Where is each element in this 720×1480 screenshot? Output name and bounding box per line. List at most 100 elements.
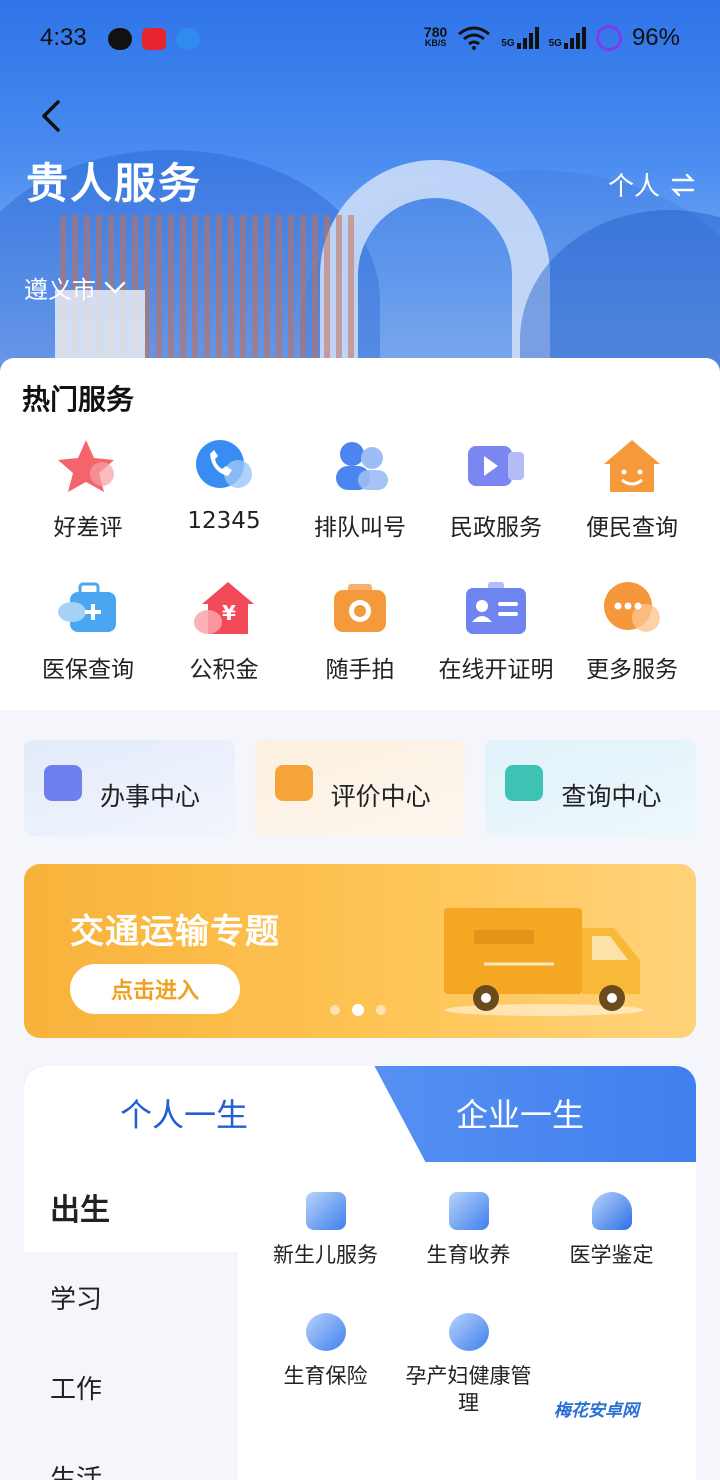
life-item-medical-appraisal[interactable]: 医学鉴定	[540, 1192, 683, 1269]
queue-icon	[336, 442, 388, 490]
wifi-icon	[458, 26, 491, 50]
life-tabs: 个人一生 企业一生	[24, 1066, 696, 1162]
status-right-cluster: 780 KB/S 5G 5G 96%	[424, 24, 680, 52]
account-switch[interactable]: 个人	[608, 166, 696, 203]
pagination-dot-active[interactable]	[352, 1004, 364, 1016]
tab-enterprise-life[interactable]: 企业一生	[456, 1090, 584, 1136]
service-item-queue[interactable]: 排队叫号	[292, 438, 428, 542]
center-card-affairs[interactable]: 办事中心	[24, 740, 235, 836]
life-content: 新生儿服务 生育收养 医学鉴定 生育保险 孕产妇健康管理	[238, 1162, 696, 1480]
service-item-convenience[interactable]: 便民查询	[564, 438, 700, 542]
truck-illustration	[444, 908, 644, 1016]
service-item-housing-fund[interactable]: ¥ 公积金	[156, 580, 292, 684]
center-label: 办事中心	[100, 782, 201, 811]
life-item-maternal-health[interactable]: 孕产妇健康管理	[397, 1313, 540, 1417]
service-label: 12345	[187, 508, 261, 534]
phone-icon	[196, 440, 252, 488]
battery-icon	[595, 25, 622, 51]
hot-services-grid: 好差评 12345 排队叫号 民政服务 便民查询 医保查询 ¥ 公积金 随手拍 …	[20, 438, 700, 684]
house-smile-icon	[604, 440, 660, 492]
service-item-civil-affairs[interactable]: 民政服务	[428, 438, 564, 542]
category-life[interactable]: 生活	[24, 1432, 238, 1480]
center-label: 评价中心	[330, 782, 431, 811]
video-icon	[468, 446, 524, 486]
service-label: 更多服务	[586, 657, 678, 683]
life-item-label: 生育收养	[426, 1243, 511, 1267]
service-item-rating[interactable]: 好差评	[20, 438, 156, 542]
center-card-evaluation[interactable]: 评价中心	[254, 740, 466, 836]
service-label: 便民查询	[586, 515, 678, 541]
service-label: 随手拍	[325, 657, 395, 683]
service-label: 好差评	[53, 515, 123, 541]
status-bar: 4:33 780 KB/S 5G 5G 96%	[0, 0, 720, 80]
service-label: 公积金	[189, 657, 259, 683]
life-service-grid: 新生儿服务 生育收养 医学鉴定 生育保险 孕产妇健康管理	[254, 1192, 684, 1417]
service-item-medical-insurance[interactable]: 医保查询	[20, 580, 156, 684]
category-work[interactable]: 工作	[24, 1342, 238, 1432]
watermark: 梅花安卓网	[554, 1401, 639, 1421]
life-item-label: 生育保险	[283, 1364, 368, 1388]
id-card-icon	[466, 582, 526, 634]
center-card-query[interactable]: 查询中心	[485, 740, 697, 836]
baby-icon	[305, 1192, 346, 1230]
service-item-12345[interactable]: 12345	[156, 438, 292, 542]
category-study[interactable]: 学习	[24, 1252, 238, 1342]
city-selector[interactable]: 遵义市	[24, 270, 126, 305]
service-item-more[interactable]: 更多服务	[564, 580, 700, 684]
account-switch-label: 个人	[607, 172, 660, 202]
life-item-maternity-insurance[interactable]: 生育保险	[254, 1313, 397, 1417]
status-time: 4:33	[40, 24, 87, 51]
page-title: 贵人服务	[26, 159, 203, 208]
service-item-certificate[interactable]: 在线开证明	[428, 580, 564, 684]
family-icon	[448, 1192, 489, 1230]
svg-text:¥: ¥	[222, 601, 236, 625]
category-birth[interactable]: 出生	[24, 1162, 238, 1252]
life-item-label: 医学鉴定	[569, 1243, 654, 1267]
life-item-adoption[interactable]: 生育收养	[397, 1192, 540, 1269]
star-icon	[58, 440, 114, 492]
life-item-label: 新生儿服务	[273, 1243, 378, 1267]
signal-label: 5G	[548, 38, 562, 49]
banner-pagination	[330, 1004, 386, 1016]
edit-icon	[274, 765, 313, 801]
pagination-dot[interactable]	[376, 1005, 386, 1015]
center-cards: 办事中心 评价中心 查询中心	[24, 740, 697, 836]
microscope-icon	[591, 1192, 632, 1230]
chat-more-icon	[604, 582, 660, 632]
signal-5g-icon: 5G	[501, 27, 539, 49]
battery-level: 96%	[631, 24, 680, 51]
service-label: 民政服务	[450, 515, 542, 541]
net-speed: 780 KB/S	[423, 24, 448, 49]
service-label: 在线开证明	[438, 657, 554, 683]
life-item-newborn[interactable]: 新生儿服务	[254, 1192, 397, 1269]
service-label: 医保查询	[42, 657, 134, 683]
hot-services-title: 热门服务	[22, 383, 135, 416]
back-arrow-icon[interactable]	[36, 96, 76, 136]
service-label: 排队叫号	[314, 515, 406, 541]
swap-arrows-icon	[671, 173, 695, 196]
camera-icon	[334, 584, 386, 632]
banner-title: 交通运输专题	[70, 912, 280, 952]
robot-app-icon	[108, 28, 132, 50]
search-doc-icon	[505, 765, 544, 801]
chevron-down-icon	[104, 281, 126, 294]
city-label: 遵义市	[24, 276, 96, 304]
signal-label: 5G	[501, 38, 515, 49]
insurance-icon	[305, 1313, 346, 1351]
bot-app-icon	[176, 28, 200, 50]
medical-kit-icon	[58, 582, 116, 632]
hot-services-panel: 热门服务 好差评 12345 排队叫号 民政服务 便民查询 医保查询 ¥ 公积金…	[0, 358, 720, 710]
service-item-snapshot[interactable]: 随手拍	[292, 580, 428, 684]
document-icon	[44, 765, 82, 801]
net-speed-value: 780	[423, 24, 448, 40]
banner-enter-button[interactable]: 点击进入	[70, 964, 240, 1014]
life-category-list: 出生 学习 工作 生活	[24, 1162, 238, 1480]
pagination-dot[interactable]	[330, 1005, 340, 1015]
house-yuan-icon: ¥	[194, 582, 254, 634]
net-speed-unit: KB/S	[424, 38, 447, 48]
center-label: 查询中心	[561, 782, 662, 811]
signal-5g-icon: 5G	[549, 27, 586, 49]
promo-banner[interactable]: 交通运输专题 点击进入	[24, 864, 696, 1038]
tab-personal-life[interactable]: 个人一生	[120, 1090, 248, 1136]
health-plus-icon	[448, 1313, 489, 1351]
